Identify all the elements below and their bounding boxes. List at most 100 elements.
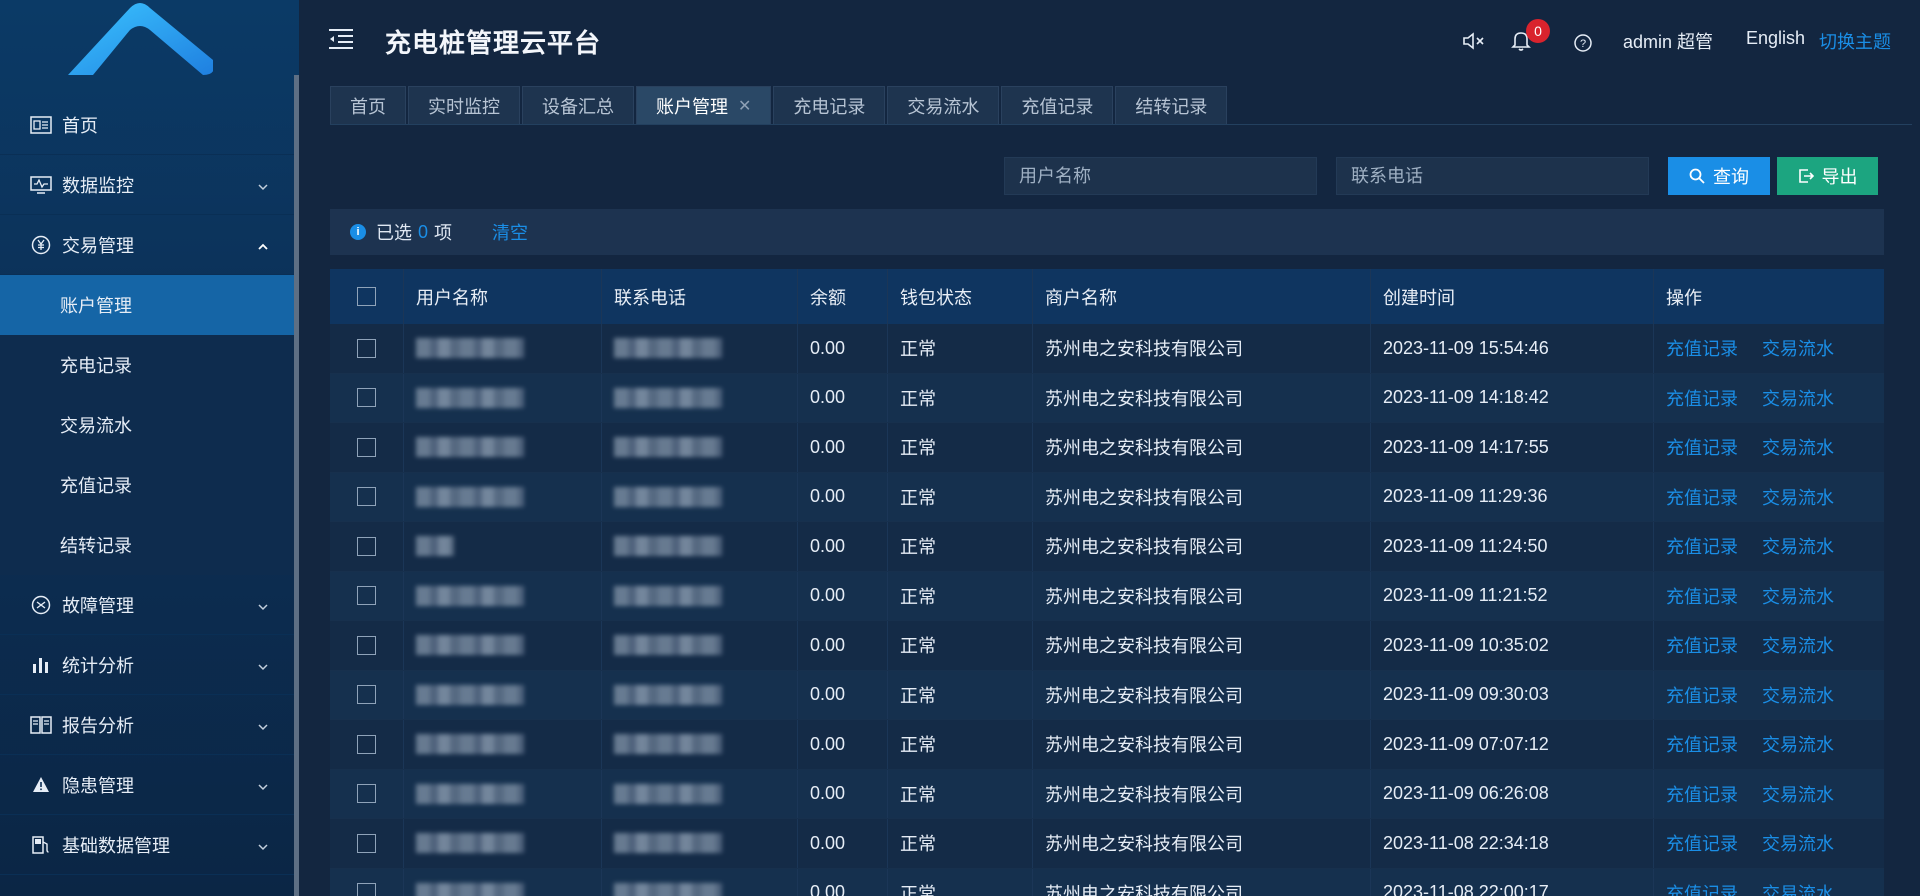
sidebar-item[interactable]: 报告分析	[0, 695, 294, 755]
wallet-status-cell: 正常	[888, 472, 1033, 521]
sidebar-subitem[interactable]: 交易流水	[0, 395, 294, 455]
created-time-cell: 2023-11-09 11:21:52	[1371, 571, 1654, 620]
theme-switch[interactable]: 切换主题	[1819, 28, 1891, 54]
row-checkbox[interactable]	[357, 833, 376, 853]
sidebar-item[interactable]: 数据监控	[0, 155, 294, 215]
merchant-cell: 苏州电之安科技有限公司	[1033, 423, 1371, 472]
recharge-records-link[interactable]: 充值记录	[1666, 731, 1738, 757]
transaction-flow-link[interactable]: 交易流水	[1762, 632, 1834, 658]
sidebar-item[interactable]: 首页	[0, 95, 294, 155]
created-time-cell: 2023-11-09 14:18:42	[1371, 373, 1654, 422]
row-checkbox[interactable]	[357, 536, 376, 556]
recharge-records-link[interactable]: 充值记录	[1666, 434, 1738, 460]
phone-cell	[602, 571, 798, 620]
tab[interactable]: 设备汇总	[522, 86, 634, 125]
tab[interactable]: 结转记录	[1115, 86, 1228, 125]
recharge-records-link[interactable]: 充值记录	[1666, 880, 1738, 896]
sidebar-subitem[interactable]: 充值记录	[0, 455, 294, 515]
transaction-flow-link[interactable]: 交易流水	[1762, 880, 1834, 896]
transaction-flow-link[interactable]: 交易流水	[1762, 682, 1834, 708]
sidebar-subitem[interactable]: 结转记录	[0, 515, 294, 575]
query-button[interactable]: 查询	[1668, 157, 1770, 195]
transaction-flow-link[interactable]: 交易流水	[1762, 385, 1834, 411]
sidebar-item-label: 基础数据管理	[62, 835, 170, 856]
wallet-status-cell: 正常	[888, 621, 1033, 670]
fault-icon	[30, 594, 52, 616]
row-checkbox[interactable]	[357, 586, 376, 606]
help-icon[interactable]: ?	[1574, 34, 1592, 52]
phone-search-input[interactable]	[1336, 157, 1649, 195]
transaction-flow-link[interactable]: 交易流水	[1762, 830, 1834, 856]
recharge-records-link[interactable]: 充值记录	[1666, 385, 1738, 411]
export-button[interactable]: 导出	[1777, 157, 1878, 195]
recharge-records-link[interactable]: 充值记录	[1666, 583, 1738, 609]
chevron-down-icon	[256, 598, 270, 612]
transaction-flow-link[interactable]: 交易流水	[1762, 434, 1834, 460]
merchant-cell: 苏州电之安科技有限公司	[1033, 472, 1371, 521]
transaction-flow-link[interactable]: 交易流水	[1762, 533, 1834, 559]
sidebar-item[interactable]: 交易管理	[0, 215, 294, 275]
row-checkbox[interactable]	[357, 388, 376, 408]
tab[interactable]: 账户管理 ✕	[636, 86, 772, 125]
sidebar-subitem[interactable]: 账户管理	[0, 275, 294, 335]
recharge-records-link[interactable]: 充值记录	[1666, 484, 1738, 510]
username-search-input[interactable]	[1004, 157, 1317, 195]
mute-icon[interactable]	[1462, 31, 1486, 51]
tab[interactable]: 充电记录	[773, 86, 886, 125]
selection-count: 0	[418, 221, 429, 242]
row-checkbox[interactable]	[357, 487, 376, 507]
redacted-username	[416, 338, 524, 359]
sidebar-item[interactable]: 基础数据管理	[0, 815, 294, 875]
tab[interactable]: 交易流水	[887, 86, 1000, 125]
username-cell	[404, 670, 602, 719]
recharge-records-link[interactable]: 充值记录	[1666, 533, 1738, 559]
tab[interactable]: 充值记录	[1001, 86, 1114, 125]
transaction-flow-link[interactable]: 交易流水	[1762, 583, 1834, 609]
language-switch[interactable]: English	[1746, 28, 1805, 49]
row-select-cell	[330, 373, 404, 422]
sidebar-item[interactable]: 统计分析	[0, 635, 294, 695]
recharge-records-link[interactable]: 充值记录	[1666, 830, 1738, 856]
sidebar-scrollbar[interactable]	[294, 75, 299, 896]
transaction-flow-link[interactable]: 交易流水	[1762, 335, 1834, 361]
transaction-flow-link[interactable]: 交易流水	[1762, 484, 1834, 510]
row-checkbox[interactable]	[357, 883, 376, 896]
select-all-checkbox[interactable]	[357, 287, 376, 306]
recharge-records-link[interactable]: 充值记录	[1666, 781, 1738, 807]
merchant-cell: 苏州电之安科技有限公司	[1033, 819, 1371, 868]
recharge-records-link[interactable]: 充值记录	[1666, 682, 1738, 708]
sidebar-item[interactable]: 隐患管理	[0, 755, 294, 815]
merchant-cell: 苏州电之安科技有限公司	[1033, 522, 1371, 571]
row-checkbox[interactable]	[357, 784, 376, 804]
sidebar-item[interactable]: 故障管理	[0, 575, 294, 635]
tab[interactable]: 实时监控	[408, 86, 520, 125]
phone-cell	[602, 621, 798, 670]
chevron-down-icon	[256, 778, 270, 792]
row-checkbox[interactable]	[357, 734, 376, 754]
table-header: 用户名称 联系电话 余额 钱包状态 商户名称 创建时间 操作	[330, 269, 1884, 324]
chevron-down-icon	[256, 658, 270, 672]
row-select-cell	[330, 819, 404, 868]
sidebar-subitem[interactable]: 充电记录	[0, 335, 294, 395]
table-row: 0.00 正常 苏州电之安科技有限公司 2023-11-09 11:24:50 充值记录…	[330, 522, 1884, 572]
balance-cell: 0.00	[798, 324, 888, 373]
actions-cell: 充值记录 交易流水	[1654, 572, 1884, 621]
close-icon[interactable]: ✕	[738, 96, 751, 116]
redacted-username	[416, 882, 524, 896]
tab[interactable]: 首页	[330, 86, 406, 125]
row-checkbox[interactable]	[357, 635, 376, 655]
row-checkbox[interactable]	[357, 685, 376, 705]
row-checkbox[interactable]	[357, 437, 376, 457]
recharge-records-link[interactable]: 充值记录	[1666, 335, 1738, 361]
created-time-cell: 2023-11-09 11:29:36	[1371, 472, 1654, 521]
menu-collapse-icon[interactable]	[329, 28, 355, 50]
recharge-records-link[interactable]: 充值记录	[1666, 632, 1738, 658]
row-checkbox[interactable]	[357, 338, 376, 358]
transaction-flow-link[interactable]: 交易流水	[1762, 731, 1834, 757]
clear-selection-link[interactable]: 清空	[492, 219, 528, 245]
balance-cell: 0.00	[798, 670, 888, 719]
transaction-flow-link[interactable]: 交易流水	[1762, 781, 1834, 807]
warning-icon	[30, 774, 52, 796]
user-menu[interactable]: admin 超管	[1623, 28, 1713, 54]
phone-cell	[602, 868, 798, 896]
